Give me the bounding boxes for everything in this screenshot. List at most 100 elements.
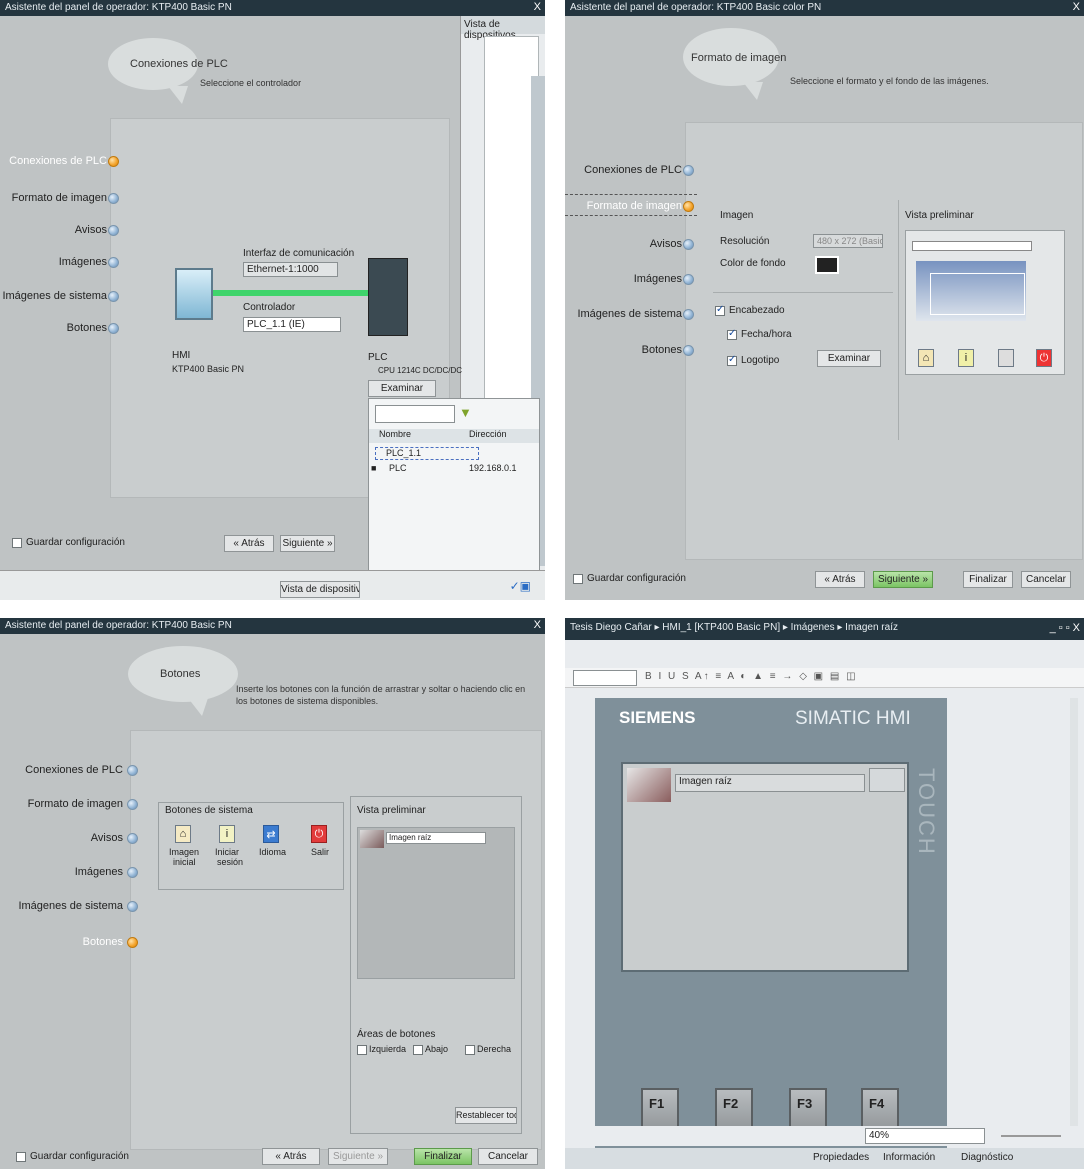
datetime-checkbox[interactable] <box>727 328 737 340</box>
window-controls[interactable]: _ ▫ ▫ X <box>1050 622 1080 634</box>
nav-screens[interactable]: Imágenes <box>75 866 123 878</box>
logo-checkbox[interactable] <box>727 354 737 366</box>
blank-icon <box>998 349 1014 367</box>
datetime-widget[interactable] <box>869 768 905 792</box>
touch-label: TOUCH <box>914 768 939 856</box>
system-buttons-group: Botones de sistema ⌂ Imagen inicial i In… <box>158 802 344 890</box>
nav-screens[interactable]: Imágenes <box>634 273 682 285</box>
preview-group: Vista preliminar Imagen raíz Áreas de bo… <box>350 796 522 1134</box>
close-icon[interactable]: X <box>1073 1 1080 13</box>
nav-image-format[interactable]: Formato de imagen <box>587 200 682 212</box>
save-config-checkbox[interactable] <box>12 538 22 548</box>
resolution-label: Resolución <box>720 236 770 247</box>
nav-system-screens[interactable]: Imágenes de sistema <box>18 900 123 912</box>
resolution-select[interactable]: 480 x 272 (Basic) <box>813 234 883 248</box>
nav-alarms[interactable]: Avisos <box>650 238 682 250</box>
home-icon[interactable]: ⌂ <box>175 825 191 843</box>
save-config-checkbox[interactable] <box>16 1152 26 1162</box>
back-button[interactable]: « Atrás <box>262 1148 320 1165</box>
filter-field[interactable] <box>375 405 455 423</box>
step-icon <box>127 833 138 844</box>
home-label: Imagen <box>169 847 200 857</box>
home-icon: ⌂ <box>918 349 934 367</box>
title-bar: Asistente del panel de operador: KTP400 … <box>0 618 545 634</box>
toolbar-icons[interactable]: B I U S A↑ ≡ A ◐ ▲ ≡ → ◇ ▣ ▤ ◫ <box>645 671 858 682</box>
browse-button[interactable]: Examinar <box>817 350 881 367</box>
screen-name-field[interactable]: Imagen raíz <box>675 774 865 792</box>
nav-buttons[interactable]: Botones <box>642 344 682 356</box>
table-row[interactable]: ■ PLC 192.168.0.1 <box>369 463 539 476</box>
step-icon <box>127 799 138 810</box>
step-description: Seleccione el controlador <box>200 78 302 88</box>
plc-dropdown-list: ▼ Nombre Dirección PLC_1.1 ■ PLC 192.168.0.… <box>368 398 540 573</box>
left-area-checkbox[interactable] <box>357 1045 367 1055</box>
power-icon[interactable]: ⏻ <box>311 825 327 843</box>
font-select[interactable] <box>573 670 637 686</box>
cancel-button[interactable]: Cancelar <box>1021 571 1071 588</box>
nav-image-format[interactable]: Formato de imagen <box>12 192 107 204</box>
driver-label: Controlador <box>243 302 296 313</box>
step-description: Inserte los botones con la función de ar… <box>236 684 526 694</box>
window-title: Asistente del panel de operador: KTP400 … <box>5 620 232 631</box>
nav-buttons[interactable]: Botones <box>83 936 123 948</box>
back-button[interactable]: « Atrás <box>224 535 274 552</box>
nav-alarms[interactable]: Avisos <box>75 224 107 236</box>
cancel-button[interactable]: Cancelar <box>478 1148 538 1165</box>
vertical-scrollbar[interactable] <box>1070 698 1078 1138</box>
save-config-label: Guardar configuración <box>587 573 686 584</box>
next-button[interactable]: Siguiente » <box>280 535 335 552</box>
inspector-tabs: Propiedades Información Diagnóstico <box>565 1148 1084 1169</box>
save-config-checkbox[interactable] <box>573 574 583 584</box>
window-title: Asistente del panel de operador: KTP400 … <box>5 2 232 13</box>
tab-diagnostics[interactable]: Diagnóstico <box>961 1152 1013 1163</box>
bottom-area-label: Abajo <box>425 1044 449 1054</box>
back-button[interactable]: « Atrás <box>815 571 865 588</box>
hmi-device-icon <box>175 268 213 320</box>
nav-buttons[interactable]: Botones <box>67 322 107 334</box>
bottom-area-checkbox[interactable] <box>413 1045 423 1055</box>
browse-button[interactable]: Examinar <box>368 380 436 397</box>
preview-field: Imagen raíz <box>386 832 486 844</box>
step-icon <box>127 901 138 912</box>
device-view-tab[interactable]: Vista de dispositivos <box>280 581 360 598</box>
screen-logo <box>627 768 671 802</box>
tab-info[interactable]: Información <box>883 1152 935 1163</box>
finish-button[interactable]: Finalizar <box>963 571 1013 588</box>
reset-all-button[interactable]: Restablecer todo <box>455 1107 517 1124</box>
datetime-label: Fecha/hora <box>741 329 792 340</box>
close-icon[interactable]: X <box>534 619 541 631</box>
nav-image-format[interactable]: Formato de imagen <box>28 798 123 810</box>
zoom-select[interactable]: 40% <box>865 1128 985 1144</box>
nav-system-screens[interactable]: Imágenes de sistema <box>2 290 107 302</box>
language-icon[interactable]: ⇄ <box>263 825 279 843</box>
login-label-2: sesión <box>217 857 244 867</box>
nav-system-screens[interactable]: Imágenes de sistema <box>577 308 682 320</box>
nav-screens[interactable]: Imágenes <box>59 256 107 268</box>
hmi-screen[interactable]: Imagen raíz <box>621 762 909 972</box>
next-button[interactable]: Siguiente » <box>873 571 933 588</box>
header-checkbox[interactable] <box>715 304 725 316</box>
window-title: Asistente del panel de operador: KTP400 … <box>570 2 822 13</box>
system-buttons-title: Botones de sistema <box>165 805 253 816</box>
nav-plc-connections[interactable]: Conexiones de PLC <box>584 164 682 176</box>
nav-plc-connections[interactable]: Conexiones de PLC <box>9 155 107 167</box>
right-area-checkbox[interactable] <box>465 1045 475 1055</box>
step-icon <box>108 257 119 268</box>
bg-color-picker[interactable] <box>815 256 839 274</box>
filter-icon[interactable]: ▼ <box>459 405 472 420</box>
tab-properties[interactable]: Propiedades <box>813 1152 869 1163</box>
wizard-buttons: Asistente del panel de operador: KTP400 … <box>0 618 545 1169</box>
zoom-slider[interactable] <box>1001 1135 1061 1137</box>
language-label: Idioma <box>259 847 287 857</box>
finish-button[interactable]: Finalizar <box>414 1148 472 1165</box>
close-icon[interactable]: X <box>534 1 541 13</box>
step-title: Botones <box>160 668 201 680</box>
driver-select[interactable]: PLC_1.1 (IE) <box>243 317 341 332</box>
step-icon <box>127 867 138 878</box>
info-icon[interactable]: i <box>219 825 235 843</box>
nav-alarms[interactable]: Avisos <box>91 832 123 844</box>
step-description-2: los botones de sistema disponibles. <box>236 696 379 706</box>
nav-plc-connections[interactable]: Conexiones de PLC <box>25 764 123 776</box>
next-button[interactable]: Siguiente » <box>328 1148 388 1165</box>
table-row[interactable]: PLC_1.1 <box>375 447 479 460</box>
